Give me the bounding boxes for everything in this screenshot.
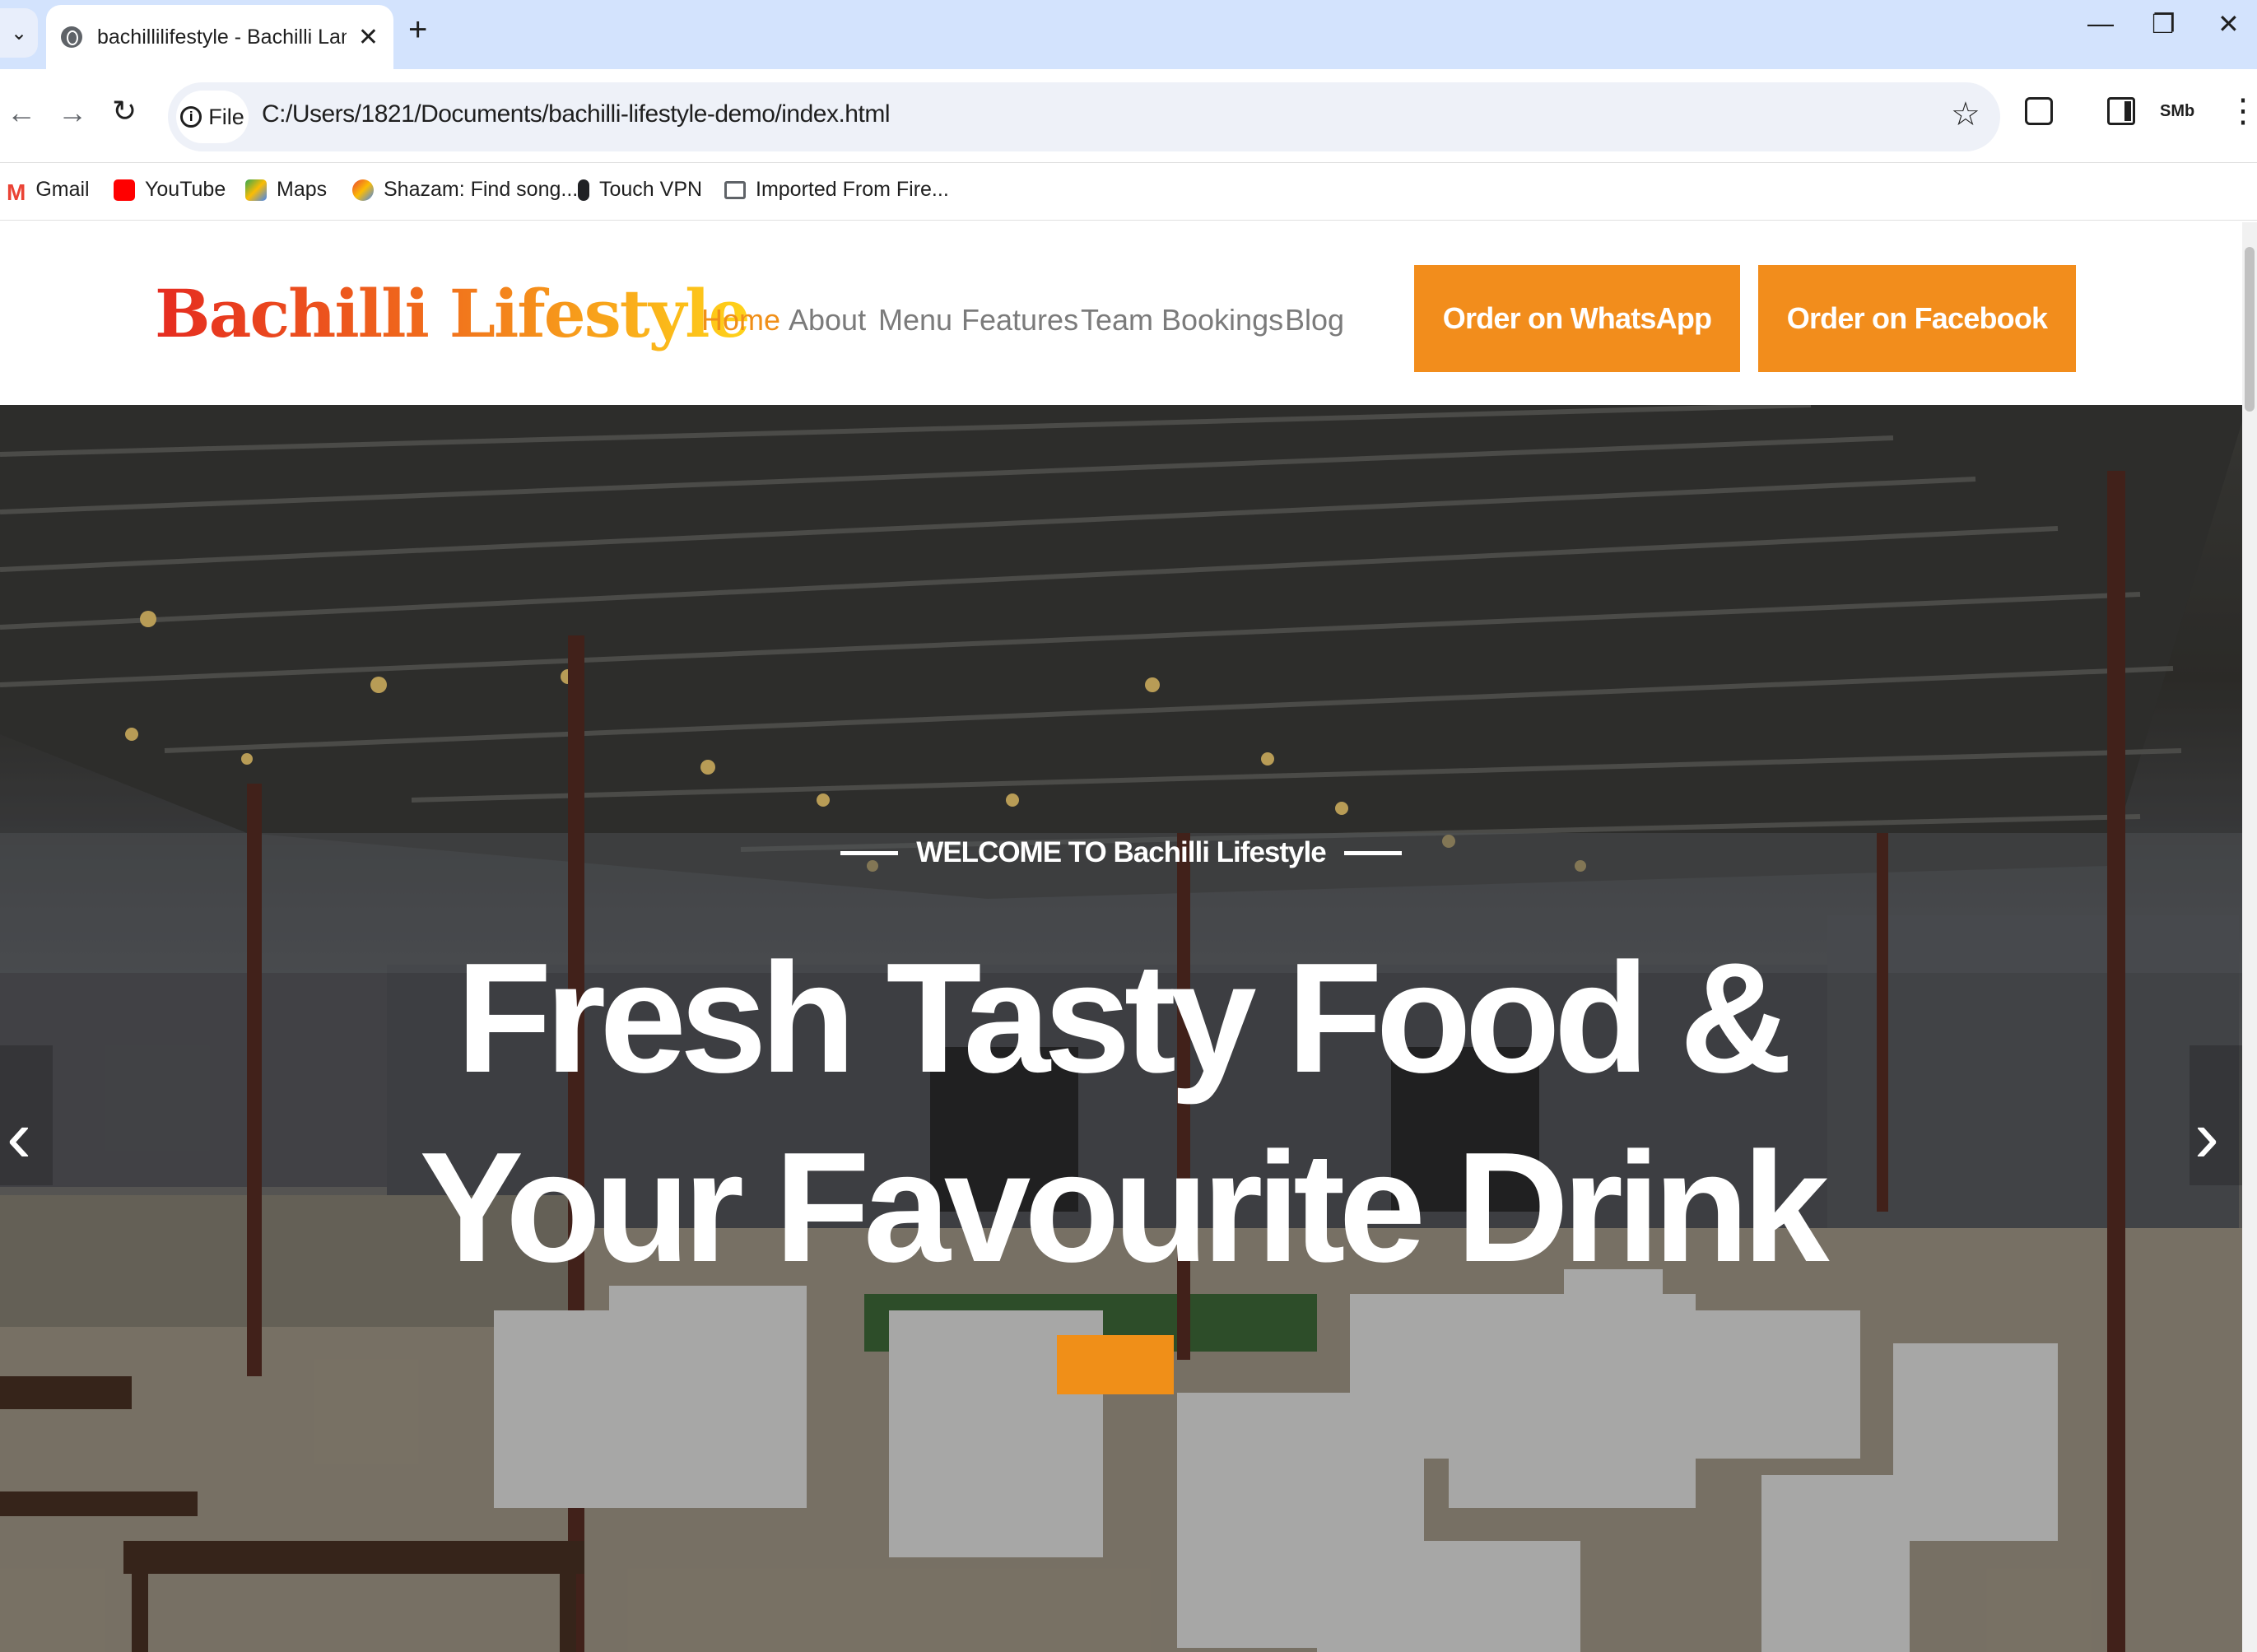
restore-button[interactable]: ❐	[2152, 8, 2176, 40]
bookmark-label: Imported From Fire...	[756, 178, 949, 201]
order-facebook-button[interactable]: Order on Facebook	[1758, 265, 2076, 372]
bookmark-label: Shazam: Find song...	[384, 178, 579, 201]
hero-title-line-1: Fresh Tasty Food &	[456, 931, 1792, 1105]
tab-title: bachillilifestyle - Bachilli Landing	[97, 25, 347, 49]
tab-strip: ⌄ bachillilifestyle - Bachilli Landing ✕…	[0, 0, 2257, 69]
bookmark-touch-vpn[interactable]: Touch VPN	[578, 178, 702, 202]
forward-icon[interactable]: →	[58, 95, 87, 130]
back-icon[interactable]: ←	[7, 95, 36, 130]
extensions-icon[interactable]	[2025, 97, 2053, 125]
close-window-button[interactable]: ✕	[2217, 8, 2240, 40]
page-scrollbar[interactable]	[2242, 222, 2257, 1652]
new-tab-button[interactable]: +	[408, 12, 427, 49]
info-icon: i	[180, 106, 202, 128]
chevron-down-icon: ⌄	[10, 21, 28, 44]
nav-home[interactable]: Home	[701, 303, 780, 337]
side-panel-icon[interactable]	[2107, 97, 2135, 125]
folder-icon	[724, 180, 746, 199]
bookmark-gmail[interactable]: M Gmail	[7, 178, 90, 205]
bookmark-shazam[interactable]: Shazam: Find song...	[352, 178, 578, 202]
shazam-icon	[352, 179, 374, 201]
bookmark-label: Touch VPN	[599, 178, 703, 201]
menu-kebab-icon[interactable]: ⋮	[2227, 92, 2257, 130]
tab-search-button[interactable]: ⌄	[0, 8, 38, 58]
site-info-chip[interactable]: i File	[176, 91, 249, 143]
nav-menu[interactable]: Menu	[878, 303, 952, 337]
bookmark-label: Gmail	[35, 178, 90, 201]
url-text[interactable]: C:/Users/1821/Documents/bachilli-lifesty…	[262, 100, 890, 128]
youtube-icon	[114, 179, 135, 201]
browser-tab[interactable]: bachillilifestyle - Bachilli Landing ✕	[46, 5, 393, 69]
order-whatsapp-button[interactable]: Order on WhatsApp	[1414, 265, 1740, 372]
welcome-line-right	[1343, 850, 1402, 855]
gmail-icon: M	[7, 179, 26, 205]
nav-about[interactable]: About	[789, 303, 866, 337]
site-info-label: File	[208, 104, 244, 129]
touch-vpn-icon	[578, 179, 589, 201]
hero-cta-button[interactable]	[1057, 1335, 1174, 1394]
site-logo[interactable]: Bachilli Lifestyle	[155, 275, 750, 352]
bookmark-star-icon[interactable]: ☆	[1951, 95, 1980, 133]
globe-icon	[61, 26, 82, 48]
tab-close-icon[interactable]: ✕	[358, 23, 379, 52]
nav-features[interactable]: Features	[961, 303, 1078, 337]
minimize-button[interactable]: —	[2087, 8, 2114, 39]
nav-team[interactable]: Team	[1081, 303, 1153, 337]
scrollbar-thumb[interactable]	[2245, 247, 2255, 412]
nav-blog[interactable]: Blog	[1285, 303, 1344, 337]
reload-icon[interactable]: ↻	[112, 94, 137, 128]
bookmarks-bar	[0, 163, 2257, 221]
hero-title-line-2: Your Favourite Drink	[419, 1120, 1829, 1295]
nav-bookings[interactable]: Bookings	[1161, 303, 1283, 337]
profile-button[interactable]: SMb	[2160, 102, 2194, 121]
welcome-text: WELCOME TO Bachilli Lifestyle	[916, 836, 1326, 868]
welcome-line-left	[840, 850, 899, 855]
bookmark-folder-imported[interactable]: Imported From Fire...	[724, 178, 949, 202]
bookmark-maps[interactable]: Maps	[245, 178, 327, 202]
bookmark-label: YouTube	[145, 178, 226, 201]
hero-welcome: WELCOME TO Bachilli Lifestyle	[0, 836, 2242, 869]
bookmark-label: Maps	[277, 178, 328, 201]
bookmark-youtube[interactable]: YouTube	[114, 178, 226, 202]
maps-icon	[245, 179, 267, 201]
